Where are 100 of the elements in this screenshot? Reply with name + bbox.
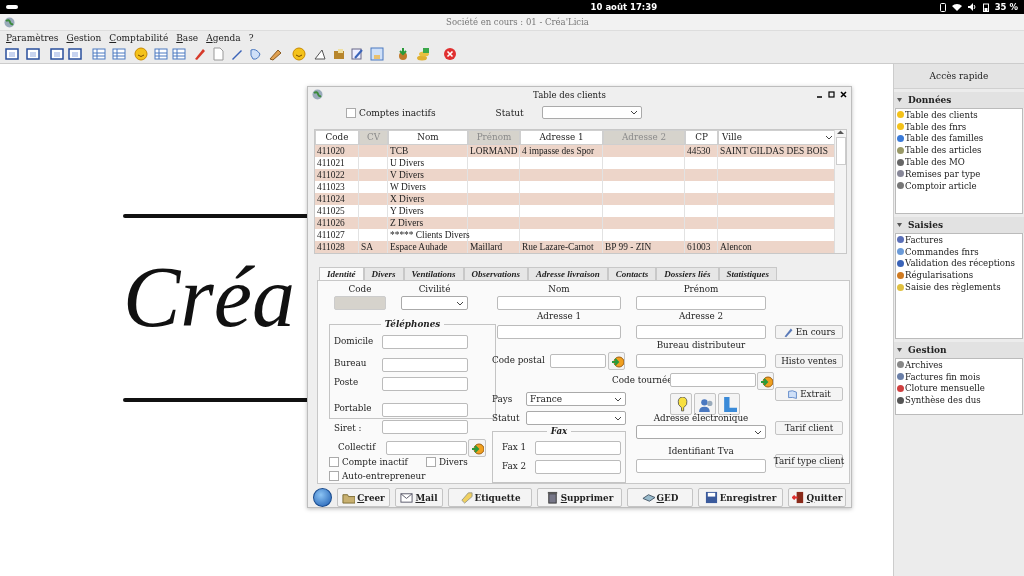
- column-header[interactable]: Code: [315, 129, 359, 145]
- action-button[interactable]: Creer: [337, 488, 390, 507]
- tab[interactable]: Adresse livraison: [528, 266, 608, 281]
- text-field[interactable]: [382, 377, 468, 392]
- section-header[interactable]: Gestion: [894, 342, 1024, 358]
- shortcut-item[interactable]: Régularisations: [896, 269, 1022, 282]
- menu-item[interactable]: Comptabilité: [109, 33, 169, 43]
- shortcut-item[interactable]: Cloture mensuelle: [896, 382, 1022, 395]
- menu-item[interactable]: Gestion: [66, 33, 102, 43]
- shortcut-item[interactable]: Factures: [896, 234, 1022, 246]
- tab[interactable]: Ventilations: [403, 266, 464, 281]
- page-icon[interactable]: [211, 47, 225, 61]
- menu-item[interactable]: Paramètres: [6, 33, 59, 43]
- action-button[interactable]: Enregistrer: [698, 488, 783, 507]
- shortcut-item[interactable]: Validation des réceptions: [896, 257, 1022, 270]
- menu-item[interactable]: Base: [176, 33, 199, 43]
- chevron-icon[interactable]: [825, 134, 833, 140]
- text-field[interactable]: [386, 441, 467, 456]
- shortcut-item[interactable]: Table des clients: [896, 109, 1022, 121]
- triangle-icon[interactable]: [313, 47, 327, 61]
- side-button[interactable]: Histo ventes: [775, 354, 843, 369]
- tab[interactable]: Identité: [319, 266, 364, 281]
- text-field[interactable]: [382, 358, 468, 373]
- activities-icon[interactable]: [6, 5, 18, 9]
- pencil-icon[interactable]: [192, 47, 206, 61]
- phone-icon[interactable]: [939, 2, 946, 12]
- text-field[interactable]: [535, 460, 621, 475]
- dropdown[interactable]: [636, 425, 766, 440]
- action-button[interactable]: Quitter: [788, 488, 846, 507]
- tab[interactable]: Observations: [463, 266, 529, 281]
- scroll-thumb[interactable]: [835, 136, 846, 165]
- maximize-icon[interactable]: [828, 91, 835, 99]
- text-field[interactable]: [382, 335, 468, 350]
- checkbox[interactable]: Divers: [426, 457, 468, 468]
- bulb-button[interactable]: [670, 393, 692, 416]
- text-field[interactable]: [636, 296, 766, 311]
- shortcut-item[interactable]: Commandes fnrs: [896, 245, 1022, 258]
- expander-icon[interactable]: [897, 98, 902, 102]
- lookup-button[interactable]: [757, 372, 774, 391]
- close-icon[interactable]: [840, 91, 847, 99]
- status-dropdown[interactable]: [541, 106, 642, 120]
- checkbox[interactable]: Auto-entrepreneur: [329, 471, 426, 482]
- shortcut-item[interactable]: Table des MO: [896, 156, 1022, 168]
- shortcut-item[interactable]: Remises par type: [896, 168, 1022, 180]
- tab[interactable]: Contacts: [607, 266, 657, 281]
- text-field[interactable]: [636, 325, 766, 340]
- text-field[interactable]: [497, 296, 621, 311]
- text-field[interactable]: [550, 354, 606, 369]
- text-field[interactable]: [636, 354, 766, 369]
- menu-item[interactable]: Agenda: [206, 33, 241, 43]
- brush-icon[interactable]: [268, 47, 282, 61]
- lookup-button[interactable]: [468, 439, 486, 458]
- shortcut-item[interactable]: Comptoir article: [896, 179, 1022, 192]
- action-button[interactable]: GED: [627, 488, 693, 507]
- shortcut-item[interactable]: Table des fnrs: [896, 120, 1022, 133]
- text-field[interactable]: [382, 403, 468, 418]
- menu-item[interactable]: ?: [248, 33, 254, 43]
- tab[interactable]: Statistiques: [718, 266, 778, 281]
- side-button[interactable]: Extrait: [775, 387, 843, 402]
- help-button[interactable]: [313, 488, 332, 507]
- shortcut-item[interactable]: Table des articles: [896, 144, 1022, 157]
- shortcut-item[interactable]: Table des familles: [896, 132, 1022, 145]
- scrollbar[interactable]: [834, 129, 846, 253]
- shortcut-item[interactable]: Archives: [896, 359, 1022, 371]
- section-header[interactable]: Saisies: [894, 217, 1024, 233]
- wifi-icon[interactable]: [951, 3, 962, 11]
- shortcut-item[interactable]: Synthèse des dus: [896, 394, 1022, 407]
- shortcut-item[interactable]: Saisie des règlements: [896, 281, 1022, 293]
- column-header[interactable]: Ville: [718, 129, 834, 145]
- text-field[interactable]: [535, 441, 621, 456]
- expander-icon[interactable]: [897, 223, 902, 227]
- side-button[interactable]: Tarif type client: [775, 454, 843, 469]
- battery-icon[interactable]: [982, 2, 989, 12]
- text-field[interactable]: [382, 420, 468, 435]
- column-header[interactable]: Adresse 1: [520, 129, 603, 145]
- volume-icon[interactable]: [967, 3, 977, 11]
- tab[interactable]: Dossiers liés: [656, 266, 719, 281]
- box-icon[interactable]: [332, 47, 346, 61]
- dropdown[interactable]: [401, 296, 468, 311]
- shell-icon[interactable]: [248, 47, 262, 61]
- lookup-button[interactable]: [608, 352, 625, 371]
- section-header[interactable]: Données: [894, 92, 1024, 108]
- checkbox[interactable]: Comptes inactifs: [346, 107, 436, 118]
- dropdown[interactable]: [526, 411, 626, 426]
- expander-icon[interactable]: [897, 348, 902, 352]
- action-button[interactable]: Etiquette: [448, 488, 532, 507]
- action-button[interactable]: Supprimer: [537, 488, 622, 507]
- checkbox[interactable]: Compte inactif: [329, 457, 408, 468]
- tab[interactable]: Divers: [363, 266, 404, 281]
- shortcut-item[interactable]: Factures fin mois: [896, 370, 1022, 383]
- side-button[interactable]: En cours: [775, 325, 843, 340]
- text-field[interactable]: [497, 325, 621, 340]
- action-button[interactable]: Mail: [395, 488, 443, 507]
- text-field[interactable]: [636, 459, 766, 474]
- edit-icon[interactable]: [350, 47, 364, 61]
- column-header[interactable]: CP: [685, 129, 718, 145]
- text-field[interactable]: [670, 373, 756, 388]
- column-header[interactable]: Nom: [388, 129, 468, 145]
- dropdown[interactable]: France: [526, 392, 626, 407]
- side-button[interactable]: Tarif client: [775, 421, 843, 436]
